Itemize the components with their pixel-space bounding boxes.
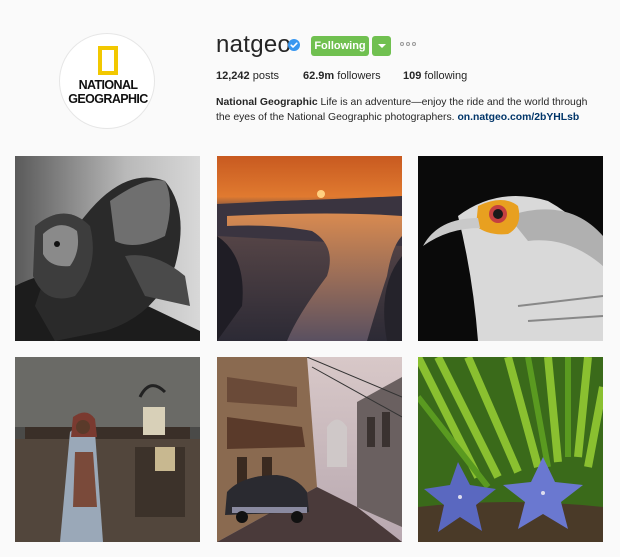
- avatar[interactable]: NATIONAL GEOGRAPHIC: [59, 33, 155, 129]
- posts-count: 12,242: [216, 70, 250, 82]
- natgeo-logo-icon: [98, 46, 118, 75]
- followers-label: followers: [337, 70, 381, 82]
- photo-river-sunset[interactable]: [217, 156, 402, 341]
- more-options-icon[interactable]: [400, 42, 418, 48]
- logo-text-line-1: NATIONAL: [78, 78, 138, 92]
- posts-stat: 12,242 posts: [216, 70, 279, 82]
- follow-options-button[interactable]: [372, 36, 391, 56]
- posts-label: posts: [252, 70, 280, 82]
- bio: National Geographic Life is an adventure…: [216, 95, 596, 125]
- following-label: following: [424, 70, 468, 82]
- photo-lion-cub[interactable]: [15, 156, 200, 341]
- logo-text-line-2: GEOGRAPHIC: [68, 92, 148, 106]
- followers-count: 62.9m: [303, 70, 335, 82]
- verified-badge-icon: [288, 39, 300, 51]
- following-button[interactable]: Following: [311, 36, 369, 56]
- followers-stat[interactable]: 62.9m followers: [303, 70, 381, 82]
- bio-full-name: National Geographic: [216, 97, 318, 108]
- username: natgeo: [216, 31, 292, 58]
- photo-havana-street[interactable]: [217, 357, 402, 542]
- photo-secretary-bird[interactable]: [418, 156, 603, 341]
- bio-link[interactable]: on.natgeo.com/2bYHLsb: [457, 112, 579, 123]
- photo-sea-stars[interactable]: [418, 357, 603, 542]
- following-count: 109: [403, 70, 422, 82]
- following-stat[interactable]: 109 following: [403, 70, 467, 82]
- photo-market-man[interactable]: [15, 357, 200, 542]
